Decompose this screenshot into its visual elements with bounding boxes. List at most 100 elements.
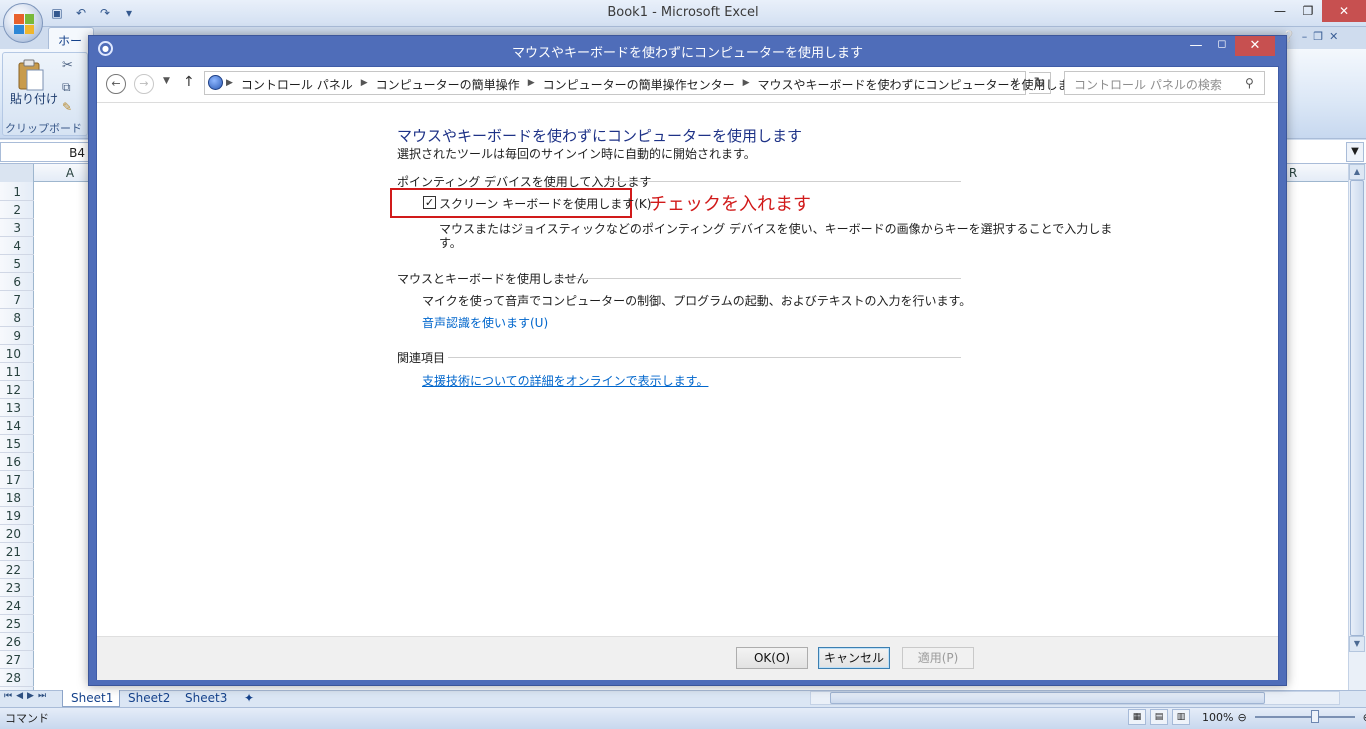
horizontal-scroll-thumb[interactable] [830, 692, 1265, 704]
breadcrumb-item-ease-of-access[interactable]: コンピューターの簡単操作 [376, 76, 520, 93]
copy-icon[interactable]: ⧉ [62, 80, 71, 95]
dialog-close-icon[interactable]: ✕ [1235, 36, 1275, 56]
clipboard-group-label: クリップボード [5, 122, 82, 135]
row-header-cell[interactable]: 12 [0, 381, 34, 399]
dialog-minimize-icon[interactable]: — [1183, 38, 1209, 56]
sheet-tab-3[interactable]: Sheet3 [177, 690, 233, 707]
workbook-close-icon[interactable]: ✕ [1329, 30, 1338, 43]
osk-checkbox[interactable]: ✓ [423, 196, 436, 209]
ribbon-window-controls: ❔ – ❐ ✕ [1282, 30, 1338, 43]
page-subtitle: 選択されたツールは毎回のサインイン時に自動的に開始されます。 [397, 147, 756, 161]
insert-sheet-icon[interactable]: ✦ [236, 690, 264, 707]
dialog-footer [97, 636, 1278, 680]
cancel-button[interactable]: キャンセル [818, 647, 890, 669]
sheet-tab-1[interactable]: Sheet1 [62, 690, 121, 707]
up-icon[interactable]: ↑ [183, 74, 195, 90]
select-all-corner[interactable] [0, 164, 34, 182]
forward-icon[interactable]: → [134, 74, 154, 94]
zoom-out-icon[interactable]: ⊖ [1237, 711, 1246, 724]
zoom-level[interactable]: 100% [1202, 711, 1233, 724]
ok-button[interactable]: OK(O) [736, 647, 808, 669]
search-icon[interactable]: ⚲ [1245, 76, 1254, 90]
sheet-navigation: ⏮ ◀ ▶ ⏭ [4, 691, 46, 701]
breadcrumb-item-ease-of-access-center[interactable]: コンピューターの簡単操作センター [543, 76, 735, 93]
row-header-cell[interactable]: 28 [0, 669, 34, 687]
workbook-restore-icon[interactable]: ❐ [1313, 30, 1323, 43]
scroll-down-icon[interactable]: ▼ [1349, 636, 1365, 652]
restore-icon[interactable]: ❐ [1294, 0, 1322, 22]
row-header-cell[interactable]: 3 [0, 219, 34, 237]
close-icon[interactable]: ✕ [1322, 0, 1366, 22]
page-layout-view-icon[interactable]: ▤ [1150, 709, 1168, 725]
formula-bar-expand-icon[interactable]: ▼ [1346, 142, 1364, 162]
first-sheet-icon[interactable]: ⏮ [4, 691, 12, 701]
zoom-slider[interactable] [1254, 710, 1355, 723]
breadcrumb-item-control-panel[interactable]: コントロール パネル [241, 76, 353, 93]
last-sheet-icon[interactable]: ⏭ [38, 691, 46, 701]
row-header-cell[interactable]: 10 [0, 345, 34, 363]
breadcrumb-separator-icon[interactable]: ▶ [743, 78, 750, 93]
format-painter-icon[interactable]: ✎ [62, 100, 72, 114]
row-header-cell[interactable]: 14 [0, 417, 34, 435]
row-header-cell[interactable]: 2 [0, 201, 34, 219]
row-header-cell[interactable]: 21 [0, 543, 34, 561]
zoom-slider-knob[interactable] [1310, 710, 1319, 723]
dialog-title: マウスやキーボードを使わずにコンピューターを使用します [511, 46, 863, 61]
speech-description: マイクを使って音声でコンピューターの制御、プログラムの起動、およびテキストの入力… [422, 294, 972, 308]
paste-icon[interactable] [16, 58, 46, 92]
normal-view-icon[interactable]: ▦ [1128, 709, 1146, 725]
breadcrumb-separator-icon[interactable]: ▶ [361, 78, 368, 93]
excel-window-controls: — ❐ ✕ [1266, 0, 1366, 22]
row-header-cell[interactable]: 5 [0, 255, 34, 273]
row-header-cell[interactable]: 27 [0, 651, 34, 669]
recent-locations-icon[interactable]: ▼ [163, 76, 170, 86]
address-dropdown-icon[interactable]: ∨ [1012, 76, 1019, 87]
section-related-title: 関連項目 [397, 351, 446, 365]
row-header-cell[interactable]: 7 [0, 291, 34, 309]
apply-button[interactable]: 適用(P) [902, 647, 974, 669]
cut-icon[interactable]: ✂ [62, 58, 73, 73]
paste-label[interactable]: 貼り付け [10, 90, 58, 107]
control-panel-icon [208, 75, 223, 90]
row-header-cell[interactable]: 9 [0, 327, 34, 345]
row-header-cell[interactable]: 25 [0, 615, 34, 633]
scroll-up-icon[interactable]: ▲ [1349, 164, 1365, 180]
sheet-tab-2[interactable]: Sheet2 [120, 690, 176, 707]
workbook-minimize-icon[interactable]: – [1302, 30, 1308, 43]
breadcrumb-separator-icon[interactable]: ▶ [528, 78, 535, 93]
row-header-cell[interactable]: 20 [0, 525, 34, 543]
speech-recognition-link[interactable]: 音声認識を使います(U) [422, 314, 548, 331]
row-header-cell[interactable]: 15 [0, 435, 34, 453]
back-icon[interactable]: ← [106, 74, 126, 94]
row-header-cell[interactable]: 4 [0, 237, 34, 255]
osk-description-line1: マウスまたはジョイスティックなどのポインティング デバイスを使い、キーボードの画… [439, 222, 1113, 236]
row-header-cell[interactable]: 16 [0, 453, 34, 471]
office-logo-icon [14, 14, 34, 34]
refresh-icon[interactable]: ↻ [1029, 72, 1051, 94]
row-header-cell[interactable]: 24 [0, 597, 34, 615]
row-header-cell[interactable]: 26 [0, 633, 34, 651]
search-placeholder: コントロール パネルの検索 [1074, 78, 1222, 92]
row-header-cell[interactable]: 8 [0, 309, 34, 327]
breadcrumb-separator-icon[interactable]: ▶ [226, 78, 233, 93]
osk-checkbox-label[interactable]: スクリーン キーボードを使用します(K) [439, 195, 651, 212]
next-sheet-icon[interactable]: ▶ [27, 691, 34, 701]
assistive-tech-link[interactable]: 支援技術についての詳細をオンラインで表示します。 [422, 372, 708, 389]
page-break-view-icon[interactable]: ▥ [1172, 709, 1190, 725]
dialog-maximize-icon[interactable]: ◻ [1209, 37, 1235, 55]
minimize-icon[interactable]: — [1266, 0, 1294, 22]
row-header-cell[interactable]: 23 [0, 579, 34, 597]
row-header-cell[interactable]: 19 [0, 507, 34, 525]
row-header-cell[interactable]: 18 [0, 489, 34, 507]
vertical-scroll-thumb[interactable] [1350, 180, 1364, 636]
row-header-cell[interactable]: 11 [0, 363, 34, 381]
prev-sheet-icon[interactable]: ◀ [16, 691, 23, 701]
row-header-cell[interactable]: 13 [0, 399, 34, 417]
office-button[interactable] [3, 3, 43, 43]
status-mode: コマンド [5, 712, 49, 725]
row-header-cell[interactable]: 22 [0, 561, 34, 579]
row-header-cell[interactable]: 17 [0, 471, 34, 489]
row-header-cell[interactable]: 1 [0, 183, 34, 201]
name-box[interactable]: B4 [0, 142, 90, 162]
row-header-cell[interactable]: 6 [0, 273, 34, 291]
